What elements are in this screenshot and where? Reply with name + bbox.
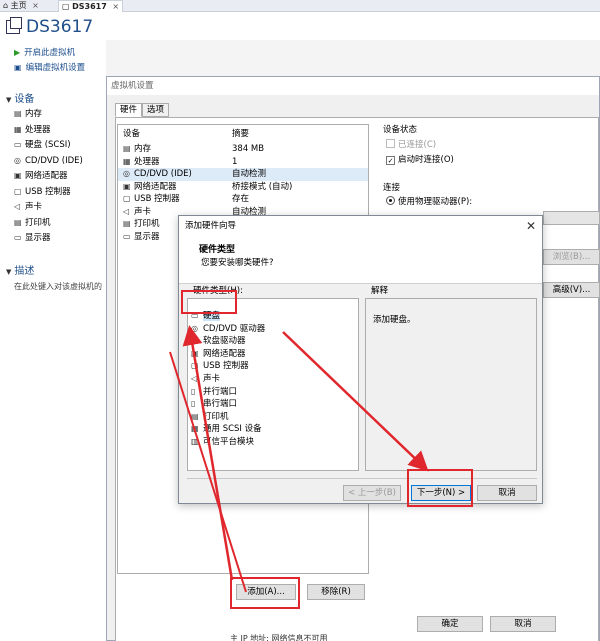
arrow-shaft-2	[169, 351, 247, 593]
annotation-arrows	[169, 325, 429, 593]
arrow-harddisk-to-next	[282, 331, 429, 472]
arrow-add-to-harddisk	[182, 325, 234, 581]
